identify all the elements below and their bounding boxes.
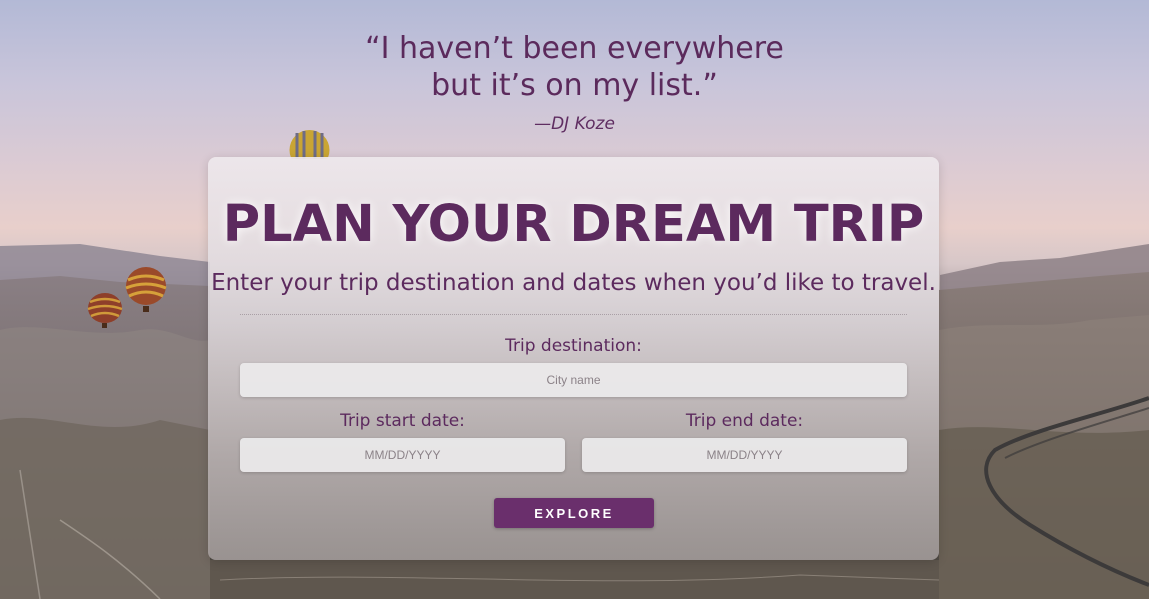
quote-author: —DJ Koze: [534, 114, 615, 134]
page-subtitle: Enter your trip destination and dates wh…: [211, 270, 936, 296]
quote-line-1: “I haven’t been everywhere: [365, 31, 784, 66]
destination-input[interactable]: [240, 363, 907, 397]
page: “I haven’t been everywhere but it’s on m…: [0, 0, 1149, 599]
start-date-label: Trip start date:: [340, 411, 465, 431]
balloon-icon: [125, 267, 167, 312]
trip-form-card: PLAN YOUR DREAM TRIP Enter your trip des…: [208, 157, 939, 560]
explore-button[interactable]: EXPLORE: [494, 498, 654, 528]
page-title: PLAN YOUR DREAM TRIP: [222, 195, 925, 254]
quote-line-2: but it’s on my list.”: [431, 68, 718, 103]
end-date-input[interactable]: [582, 438, 907, 472]
destination-label: Trip destination:: [505, 336, 642, 356]
quote-block: “I haven’t been everywhere but it’s on m…: [0, 30, 1149, 134]
end-date-label: Trip end date:: [685, 411, 804, 431]
start-date-input[interactable]: [240, 438, 565, 472]
divider: [240, 314, 907, 315]
balloon-icon: [87, 293, 123, 328]
